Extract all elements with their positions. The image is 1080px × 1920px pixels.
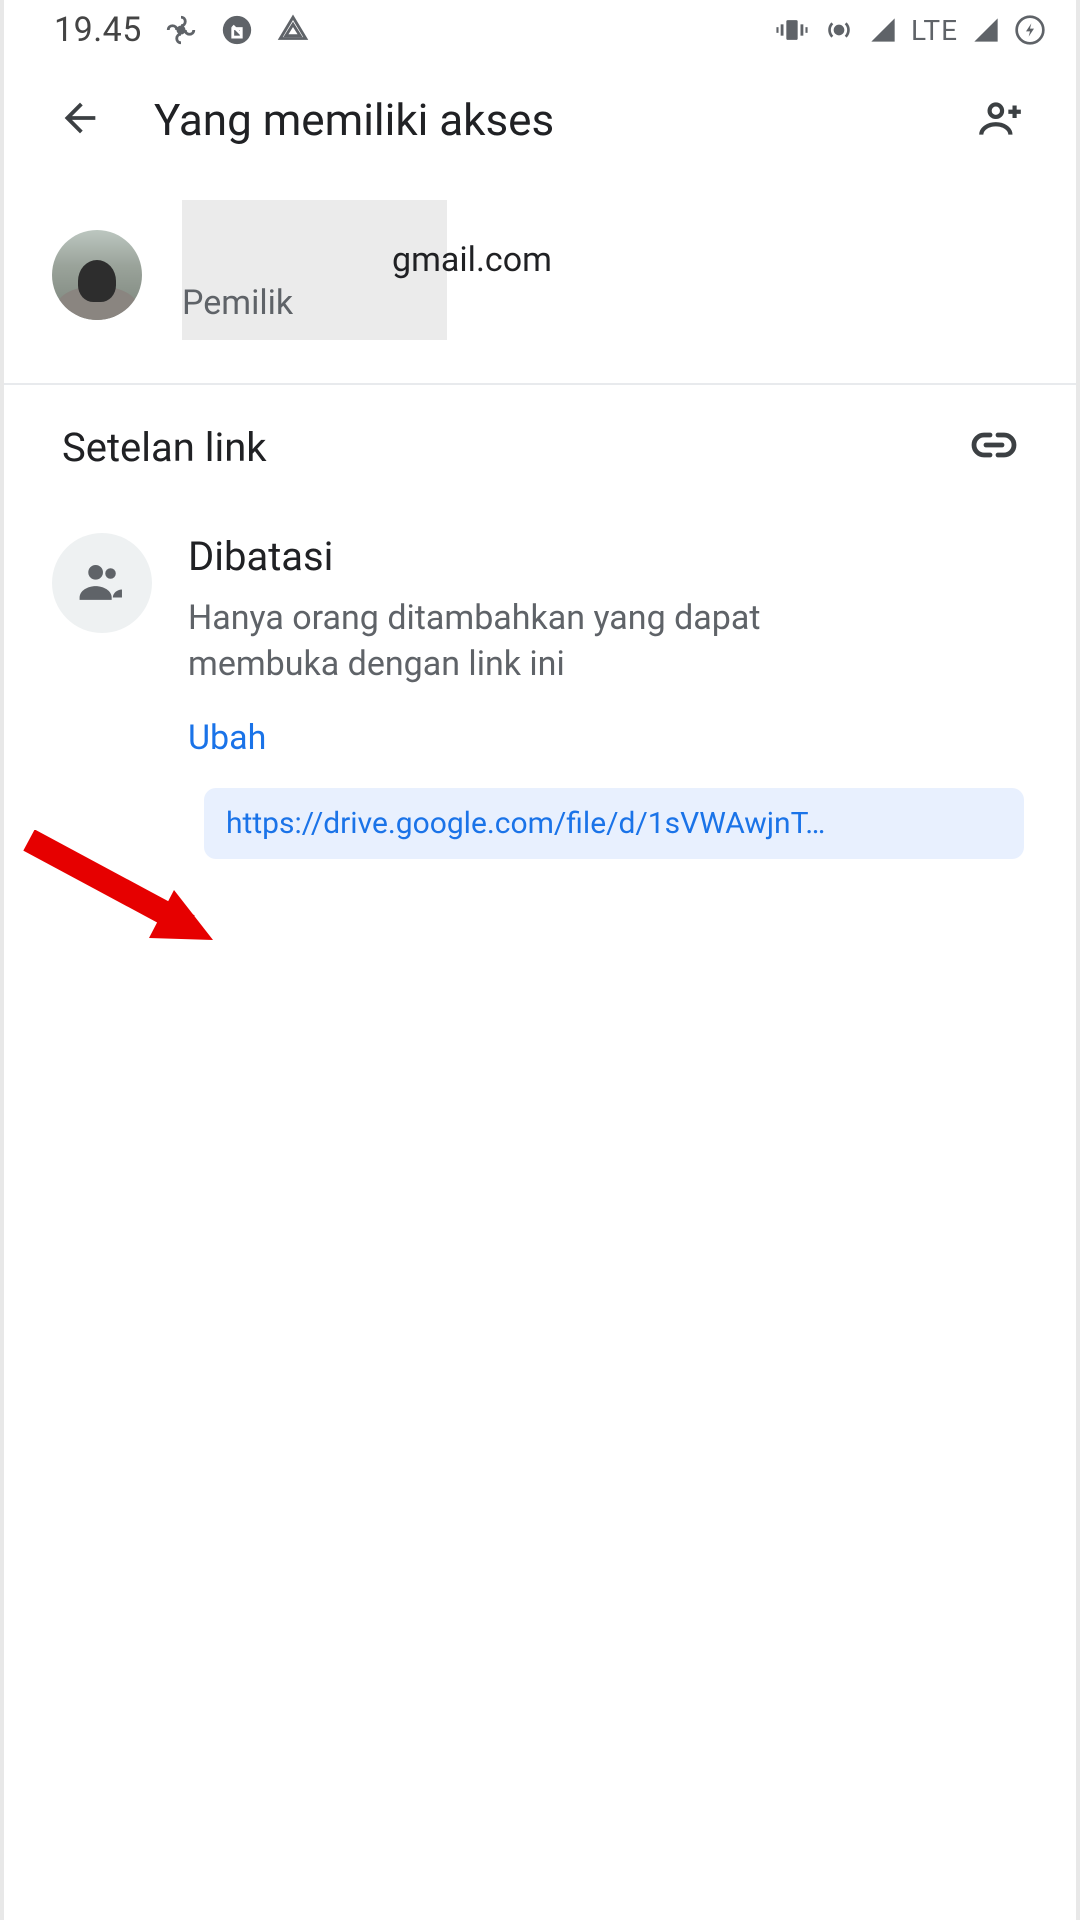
link-icon [970,454,1018,473]
network-type-label: LTE [911,14,958,47]
app-bar: Yang memiliki akses [4,60,1076,180]
status-time: 19.45 [54,10,142,50]
status-bar-left: 19.45 [54,10,310,50]
restricted-title: Dibatasi [188,533,888,580]
owner-email: gmail.com [392,240,552,280]
people-icon [75,554,130,613]
drive-icon [276,13,310,47]
owner-avatar [52,230,142,320]
app-icon [220,13,254,47]
arrow-back-icon [57,95,103,145]
pinwheel-icon [164,13,198,47]
signal-icon [869,16,897,44]
share-link-box[interactable]: https://drive.google.com/file/d/1sVWAwjn… [204,788,1024,859]
restricted-row: Dibatasi Hanya orang ditambahkan yang da… [4,483,1076,758]
status-bar: 19.45 [4,0,1076,60]
link-settings-header: Setelan link [4,385,1076,483]
restricted-info: Dibatasi Hanya orang ditambahkan yang da… [188,533,888,758]
annotation-arrow [9,830,229,970]
copy-link-button[interactable] [970,421,1018,473]
vibrate-icon [775,13,809,47]
add-person-button[interactable] [976,96,1024,144]
change-link-button[interactable]: Ubah [188,718,266,758]
owner-role-label: Pemilik [182,283,552,323]
restricted-description: Hanya orang ditambahkan yang dapat membu… [188,596,888,688]
restricted-avatar [52,533,152,633]
page-title: Yang memiliki akses [154,94,976,146]
battery-saver-icon [1014,14,1046,46]
owner-info: gmail.com Pemilik [182,200,552,323]
signal-icon-2 [972,16,1000,44]
hotspot-icon [823,14,855,46]
person-add-icon [975,93,1025,147]
owner-row[interactable]: gmail.com Pemilik [4,180,1076,353]
link-settings-title: Setelan link [62,424,267,471]
back-button[interactable] [56,96,104,144]
status-bar-right: LTE [775,13,1046,47]
